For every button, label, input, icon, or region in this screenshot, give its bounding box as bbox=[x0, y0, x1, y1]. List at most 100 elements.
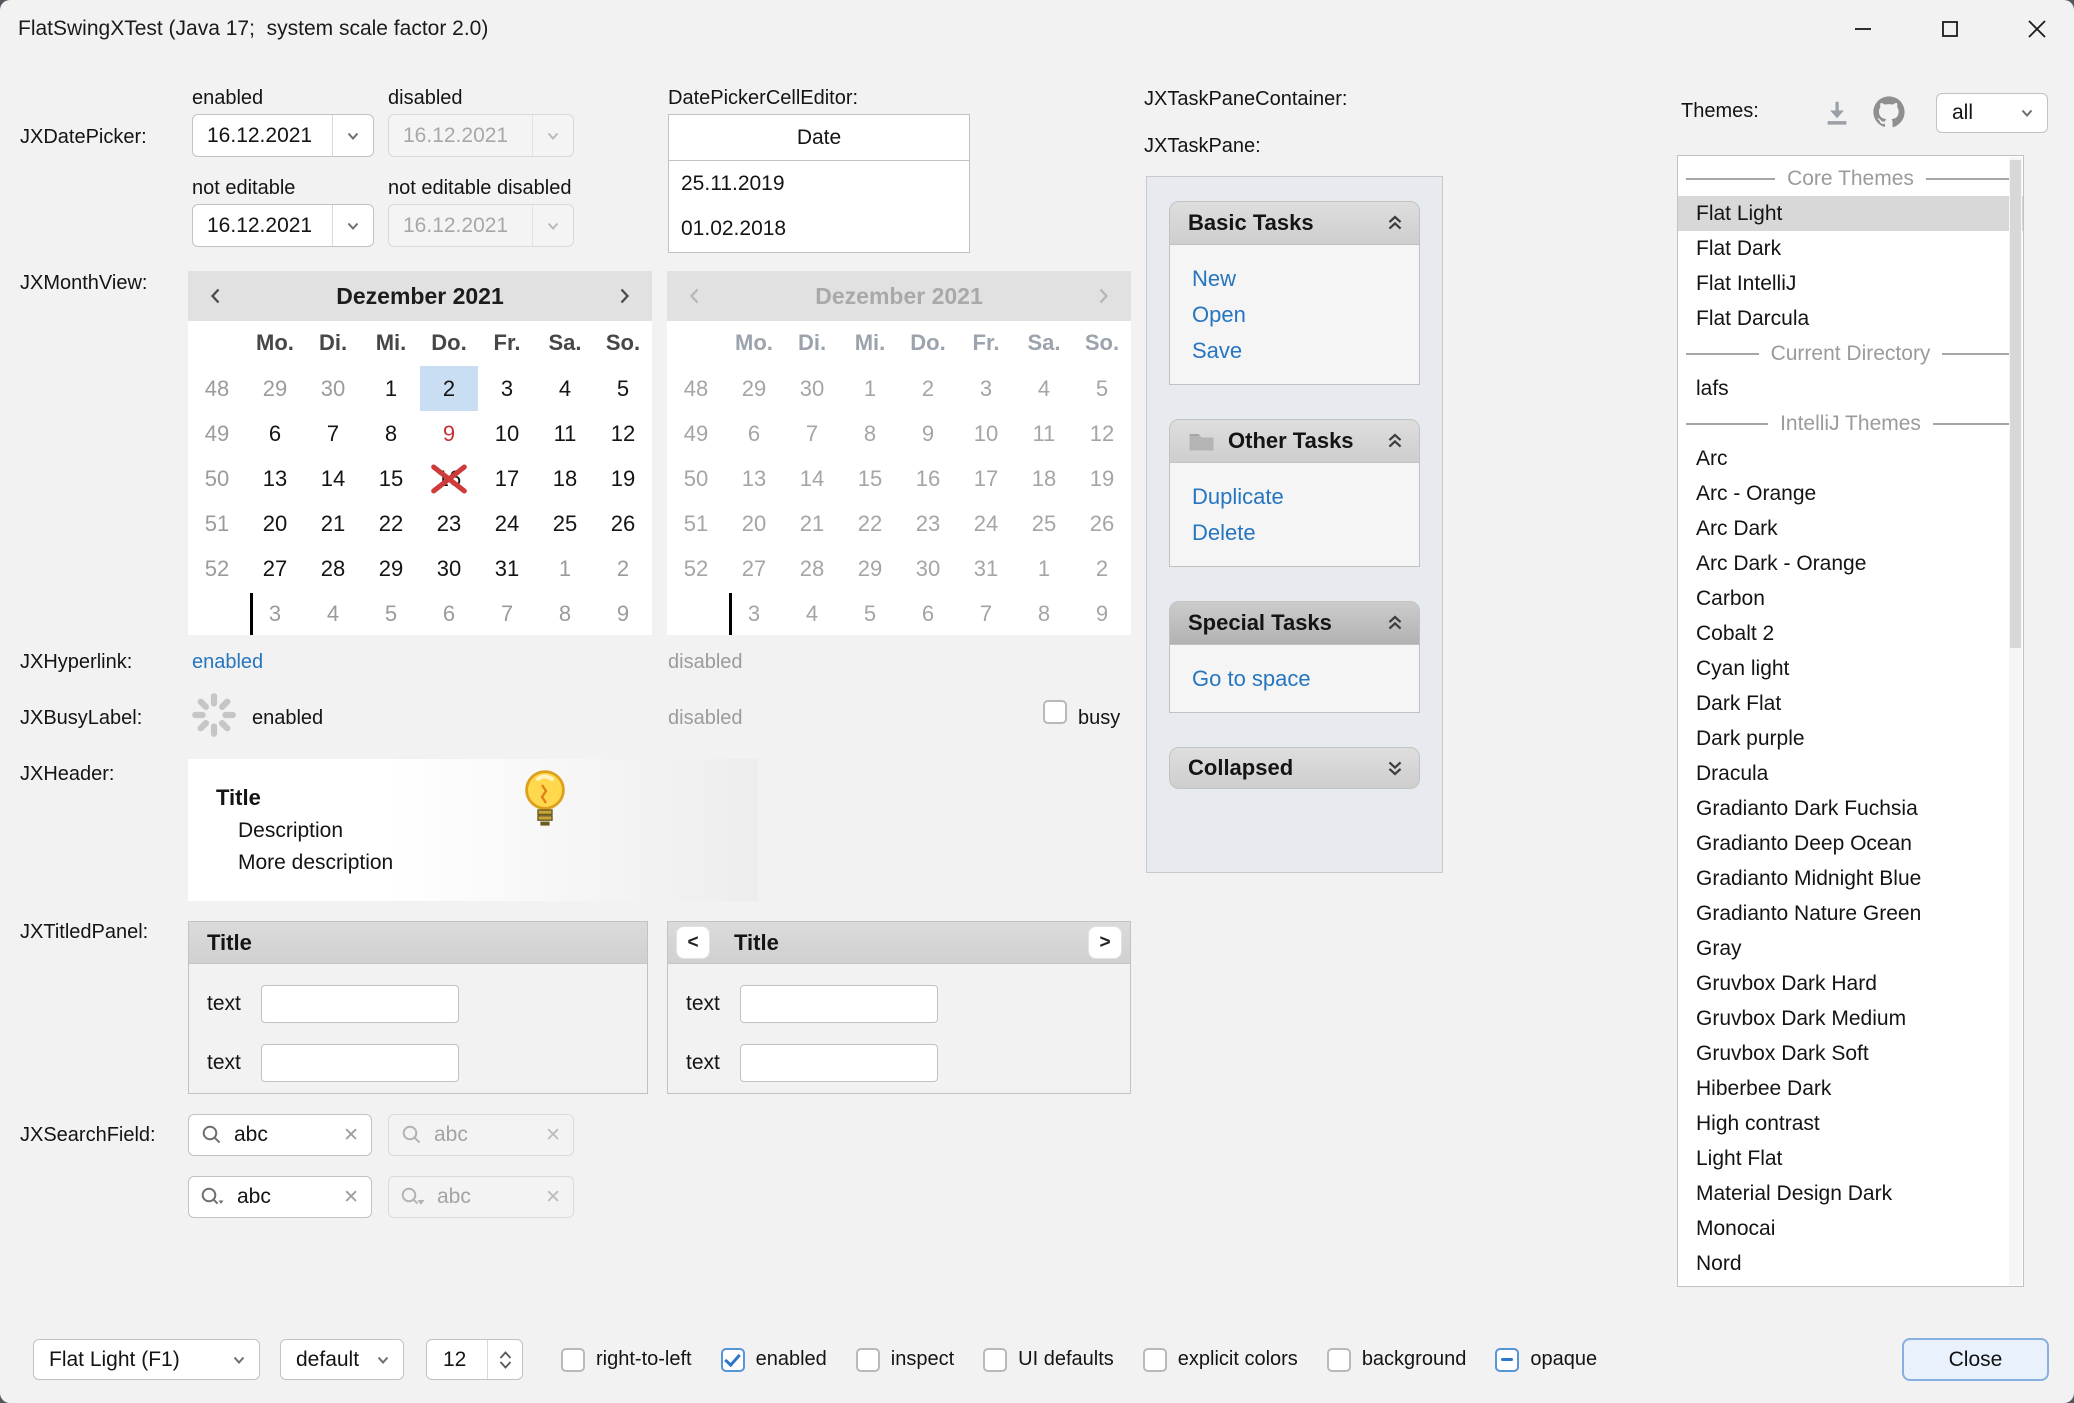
day-cell[interactable]: 3 bbox=[246, 591, 304, 636]
day-cell[interactable]: 5 bbox=[362, 591, 420, 636]
theme-item[interactable]: Gray bbox=[1678, 931, 2023, 966]
day-cell[interactable]: 6 bbox=[246, 411, 304, 456]
next-button[interactable]: > bbox=[1088, 926, 1122, 959]
task-link[interactable]: Go to space bbox=[1192, 661, 1419, 697]
theme-item[interactable]: Arc Dark bbox=[1678, 511, 2023, 546]
taskpane-header[interactable]: Collapsed bbox=[1169, 747, 1420, 789]
hyperlink-enabled[interactable]: enabled bbox=[192, 651, 263, 674]
close-window-button[interactable] bbox=[2006, 0, 2068, 58]
task-link[interactable]: Delete bbox=[1192, 515, 1419, 551]
theme-item[interactable]: Hiberbee Dark bbox=[1678, 1071, 2023, 1106]
font-combo[interactable]: default bbox=[280, 1339, 404, 1380]
next-month-button[interactable] bbox=[596, 271, 652, 321]
prev-month-button[interactable] bbox=[188, 271, 244, 321]
next-month-button[interactable] bbox=[1075, 271, 1131, 321]
collapse-button[interactable] bbox=[1385, 431, 1405, 451]
spinner-buttons[interactable] bbox=[487, 1340, 522, 1379]
theme-item[interactable]: Dark purple bbox=[1678, 721, 2023, 756]
datepicker-dropdown-button[interactable] bbox=[332, 115, 373, 156]
day-cell[interactable]: 11 bbox=[536, 411, 594, 456]
theme-item[interactable]: Flat Dark bbox=[1678, 231, 2023, 266]
monthview-enabled[interactable]: Dezember 2021 Mo.Di.Mi.Do.Fr.Sa.So.48293… bbox=[188, 271, 652, 635]
taskpane-header[interactable]: Other Tasks bbox=[1169, 419, 1420, 463]
taskpane-header[interactable]: Basic Tasks bbox=[1169, 201, 1420, 245]
checkbox-ui-defaults[interactable]: UI defaults bbox=[983, 1348, 1114, 1372]
theme-item[interactable]: Flat IntelliJ bbox=[1678, 266, 2023, 301]
checkbox-box[interactable] bbox=[721, 1348, 745, 1372]
day-cell[interactable]: 1 bbox=[536, 546, 594, 591]
day-cell[interactable]: 26 bbox=[594, 501, 652, 546]
day-cell[interactable]: 23 bbox=[420, 501, 478, 546]
day-cell[interactable]: 30 bbox=[420, 546, 478, 591]
laf-combo[interactable]: Flat Light (F1) bbox=[33, 1339, 260, 1380]
day-cell[interactable]: 15 bbox=[362, 456, 420, 501]
datepicker-not-editable[interactable]: 16.12.2021 bbox=[192, 204, 374, 247]
checkbox-opaque[interactable]: opaque bbox=[1495, 1348, 1597, 1372]
theme-item[interactable]: Gradianto Nature Green bbox=[1678, 896, 2023, 931]
day-cell[interactable]: 18 bbox=[536, 456, 594, 501]
clear-icon[interactable]: ✕ bbox=[343, 1124, 359, 1147]
table-row[interactable]: 01.02.2018 bbox=[669, 206, 969, 251]
checkbox-box[interactable] bbox=[1043, 700, 1067, 724]
collapse-button[interactable] bbox=[1385, 613, 1405, 633]
close-button[interactable]: Close bbox=[1902, 1338, 2049, 1381]
day-cell[interactable]: 8 bbox=[362, 411, 420, 456]
checkbox-box[interactable] bbox=[983, 1348, 1007, 1372]
day-cell[interactable]: 24 bbox=[478, 501, 536, 546]
day-cell[interactable]: 4 bbox=[536, 366, 594, 411]
task-link[interactable]: Duplicate bbox=[1192, 479, 1419, 515]
theme-item[interactable]: Cobalt 2 bbox=[1678, 616, 2023, 651]
day-cell[interactable]: 8 bbox=[536, 591, 594, 636]
theme-item[interactable]: Gradianto Deep Ocean bbox=[1678, 826, 2023, 861]
search-field-with-menu[interactable]: abc ✕ bbox=[188, 1176, 372, 1218]
scrollbar-thumb[interactable] bbox=[2010, 160, 2021, 648]
theme-list[interactable]: Core ThemesFlat LightFlat DarkFlat Intel… bbox=[1677, 155, 2024, 1287]
clear-icon[interactable]: ✕ bbox=[343, 1186, 359, 1209]
theme-item[interactable]: High contrast bbox=[1678, 1106, 2023, 1141]
text-input[interactable] bbox=[261, 1044, 459, 1082]
checkbox-right-to-left[interactable]: right-to-left bbox=[561, 1348, 692, 1372]
theme-item[interactable]: Arc - Orange bbox=[1678, 476, 2023, 511]
theme-item[interactable]: Arc bbox=[1678, 441, 2023, 476]
day-cell[interactable]: 7 bbox=[304, 411, 362, 456]
table-row[interactable]: 25.11.2019 bbox=[669, 161, 969, 206]
day-cell[interactable]: 25 bbox=[536, 501, 594, 546]
datepicker-dropdown-button[interactable] bbox=[332, 205, 373, 246]
download-icon[interactable] bbox=[1822, 98, 1852, 134]
theme-item[interactable]: Flat Darcula bbox=[1678, 301, 2023, 336]
theme-list-scrollbar[interactable] bbox=[2009, 157, 2022, 1285]
maximize-button[interactable] bbox=[1919, 0, 1981, 58]
checkbox-box[interactable] bbox=[856, 1348, 880, 1372]
busy-checkbox[interactable] bbox=[1043, 700, 1067, 730]
day-cell[interactable]: 19 bbox=[594, 456, 652, 501]
day-cell[interactable]: 13 bbox=[246, 456, 304, 501]
datepicker-enabled[interactable]: 16.12.2021 bbox=[192, 114, 374, 157]
task-link[interactable]: Save bbox=[1192, 333, 1419, 369]
font-size-spinner[interactable]: 12 bbox=[426, 1339, 523, 1380]
day-cell[interactable]: 28 bbox=[304, 546, 362, 591]
theme-filter-combo[interactable]: all bbox=[1936, 93, 2048, 133]
day-cell[interactable]: 29 bbox=[362, 546, 420, 591]
checkbox-inspect[interactable]: inspect bbox=[856, 1348, 954, 1372]
theme-item[interactable]: Gradianto Dark Fuchsia bbox=[1678, 791, 2023, 826]
day-cell[interactable]: 6 bbox=[420, 591, 478, 636]
day-cell[interactable]: 4 bbox=[304, 591, 362, 636]
day-cell[interactable]: 14 bbox=[304, 456, 362, 501]
theme-item[interactable]: Dracula bbox=[1678, 756, 2023, 791]
day-cell[interactable]: 21 bbox=[304, 501, 362, 546]
day-cell[interactable]: 7 bbox=[478, 591, 536, 636]
day-cell[interactable]: 16 bbox=[420, 456, 478, 501]
task-link[interactable]: New bbox=[1192, 261, 1419, 297]
theme-item[interactable]: Gruvbox Dark Soft bbox=[1678, 1036, 2023, 1071]
github-icon[interactable] bbox=[1872, 95, 1906, 135]
search-field[interactable]: abc ✕ bbox=[188, 1114, 372, 1156]
text-input[interactable] bbox=[261, 985, 459, 1023]
day-cell[interactable]: 1 bbox=[362, 366, 420, 411]
theme-item[interactable]: Arc Dark - Orange bbox=[1678, 546, 2023, 581]
theme-item[interactable]: Dark Flat bbox=[1678, 686, 2023, 721]
theme-item[interactable]: Gradianto Midnight Blue bbox=[1678, 861, 2023, 896]
expand-button[interactable] bbox=[1385, 758, 1405, 778]
theme-item[interactable]: Carbon bbox=[1678, 581, 2023, 616]
checkbox-box[interactable] bbox=[1143, 1348, 1167, 1372]
checkbox-box[interactable] bbox=[1327, 1348, 1351, 1372]
